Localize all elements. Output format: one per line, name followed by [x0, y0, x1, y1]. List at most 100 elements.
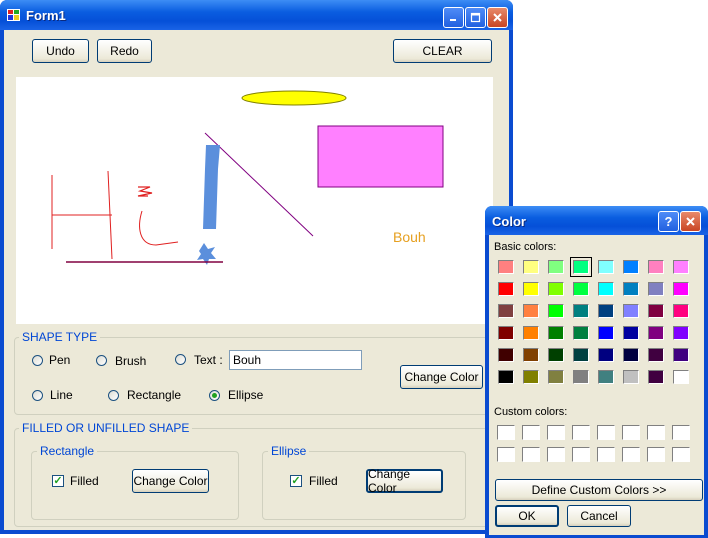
basic-color-swatch[interactable]	[623, 282, 639, 296]
line-radio[interactable]	[32, 390, 43, 401]
basic-color-swatch[interactable]	[673, 370, 689, 384]
basic-color-swatch[interactable]	[498, 326, 514, 340]
undo-button[interactable]: Undo	[32, 39, 89, 63]
custom-color-swatch[interactable]	[497, 447, 515, 462]
pen-radio[interactable]	[32, 355, 43, 366]
basic-color-swatch[interactable]	[648, 304, 664, 318]
basic-color-swatch[interactable]	[673, 260, 689, 274]
basic-color-swatch[interactable]	[598, 348, 614, 362]
custom-color-swatch[interactable]	[547, 425, 565, 440]
ellipse-filled-label[interactable]: Filled	[309, 474, 338, 488]
basic-color-swatch[interactable]	[498, 348, 514, 362]
custom-color-swatch[interactable]	[622, 425, 640, 440]
basic-color-swatch[interactable]	[498, 282, 514, 296]
text-label[interactable]: Text :	[194, 353, 223, 367]
redo-button[interactable]: Redo	[97, 39, 152, 63]
basic-color-swatch[interactable]	[548, 326, 564, 340]
rectangle-filled-checkbox[interactable]: ✓	[52, 475, 64, 487]
basic-color-swatch[interactable]	[673, 348, 689, 362]
text-radio[interactable]	[175, 354, 186, 365]
basic-color-swatch[interactable]	[523, 260, 539, 274]
custom-color-swatch[interactable]	[672, 447, 690, 462]
rectangle-change-color-button[interactable]: Change Color	[132, 469, 209, 493]
close-button[interactable]	[487, 7, 508, 28]
basic-color-swatch[interactable]	[648, 326, 664, 340]
basic-color-swatch[interactable]	[623, 370, 639, 384]
custom-color-swatch[interactable]	[497, 425, 515, 440]
custom-color-swatch[interactable]	[547, 447, 565, 462]
cancel-button[interactable]: Cancel	[567, 505, 631, 527]
basic-color-swatch[interactable]	[570, 257, 592, 277]
basic-color-swatch[interactable]	[673, 326, 689, 340]
basic-color-swatch[interactable]	[573, 326, 589, 340]
help-button[interactable]: ?	[658, 211, 679, 232]
basic-color-swatch[interactable]	[573, 348, 589, 362]
basic-color-swatch[interactable]	[648, 282, 664, 296]
basic-color-swatch[interactable]	[498, 304, 514, 318]
basic-color-swatch[interactable]	[623, 304, 639, 318]
custom-color-swatch[interactable]	[522, 425, 540, 440]
basic-color-swatch[interactable]	[548, 282, 564, 296]
red-letter-i	[139, 210, 179, 246]
close-icon	[493, 13, 502, 22]
basic-color-swatch[interactable]	[598, 370, 614, 384]
minimize-icon	[450, 19, 456, 21]
basic-color-swatch[interactable]	[673, 304, 689, 318]
basic-color-swatch[interactable]	[548, 260, 564, 274]
basic-color-swatch[interactable]	[648, 260, 664, 274]
ellipse-label[interactable]: Ellipse	[228, 388, 263, 402]
drawing-canvas[interactable]: Bouh	[16, 77, 493, 324]
basic-color-swatch[interactable]	[523, 348, 539, 362]
basic-color-swatch[interactable]	[648, 348, 664, 362]
main-title-bar[interactable]	[0, 0, 513, 30]
brush-radio[interactable]	[96, 355, 107, 366]
custom-color-swatch[interactable]	[622, 447, 640, 462]
basic-color-swatch[interactable]	[598, 304, 614, 318]
basic-color-swatch[interactable]	[523, 282, 539, 296]
ok-button[interactable]: OK	[495, 505, 559, 527]
ellipse-filled-checkbox[interactable]: ✓	[290, 475, 302, 487]
custom-color-swatch[interactable]	[572, 447, 590, 462]
rectangle-filled-label[interactable]: Filled	[70, 474, 99, 488]
basic-color-swatch[interactable]	[573, 370, 589, 384]
basic-color-swatch[interactable]	[673, 282, 689, 296]
text-input[interactable]: Bouh	[229, 350, 362, 370]
minimize-button[interactable]	[443, 7, 464, 28]
custom-color-swatch[interactable]	[647, 447, 665, 462]
basic-color-swatch[interactable]	[548, 348, 564, 362]
dialog-close-button[interactable]	[680, 211, 701, 232]
custom-color-swatch[interactable]	[597, 425, 615, 440]
basic-color-swatch[interactable]	[498, 260, 514, 274]
basic-color-swatch[interactable]	[523, 304, 539, 318]
rectangle-label[interactable]: Rectangle	[127, 388, 181, 402]
basic-color-swatch[interactable]	[598, 260, 614, 274]
basic-color-swatch[interactable]	[598, 282, 614, 296]
basic-color-swatch[interactable]	[573, 304, 589, 318]
clear-button[interactable]: CLEAR	[393, 39, 492, 63]
change-color-button[interactable]: Change Color	[400, 365, 483, 389]
maximize-button[interactable]	[465, 7, 486, 28]
define-custom-colors-button[interactable]: Define Custom Colors >>	[495, 479, 703, 501]
ellipse-change-color-button[interactable]: Change Color	[366, 467, 443, 495]
basic-color-swatch[interactable]	[523, 326, 539, 340]
basic-color-swatch[interactable]	[598, 326, 614, 340]
basic-color-swatch[interactable]	[623, 326, 639, 340]
basic-color-swatch[interactable]	[573, 282, 589, 296]
custom-color-swatch[interactable]	[597, 447, 615, 462]
basic-color-swatch[interactable]	[648, 370, 664, 384]
line-label[interactable]: Line	[50, 388, 73, 402]
basic-color-swatch[interactable]	[623, 260, 639, 274]
custom-color-swatch[interactable]	[647, 425, 665, 440]
rectangle-radio[interactable]	[108, 390, 119, 401]
custom-color-swatch[interactable]	[572, 425, 590, 440]
basic-color-swatch[interactable]	[548, 370, 564, 384]
pen-label[interactable]: Pen	[49, 353, 70, 367]
ellipse-radio[interactable]	[209, 390, 220, 401]
basic-color-swatch[interactable]	[548, 304, 564, 318]
basic-color-swatch[interactable]	[623, 348, 639, 362]
basic-color-swatch[interactable]	[523, 370, 539, 384]
basic-color-swatch[interactable]	[498, 370, 514, 384]
custom-color-swatch[interactable]	[522, 447, 540, 462]
custom-color-swatch[interactable]	[672, 425, 690, 440]
brush-label[interactable]: Brush	[115, 354, 146, 368]
